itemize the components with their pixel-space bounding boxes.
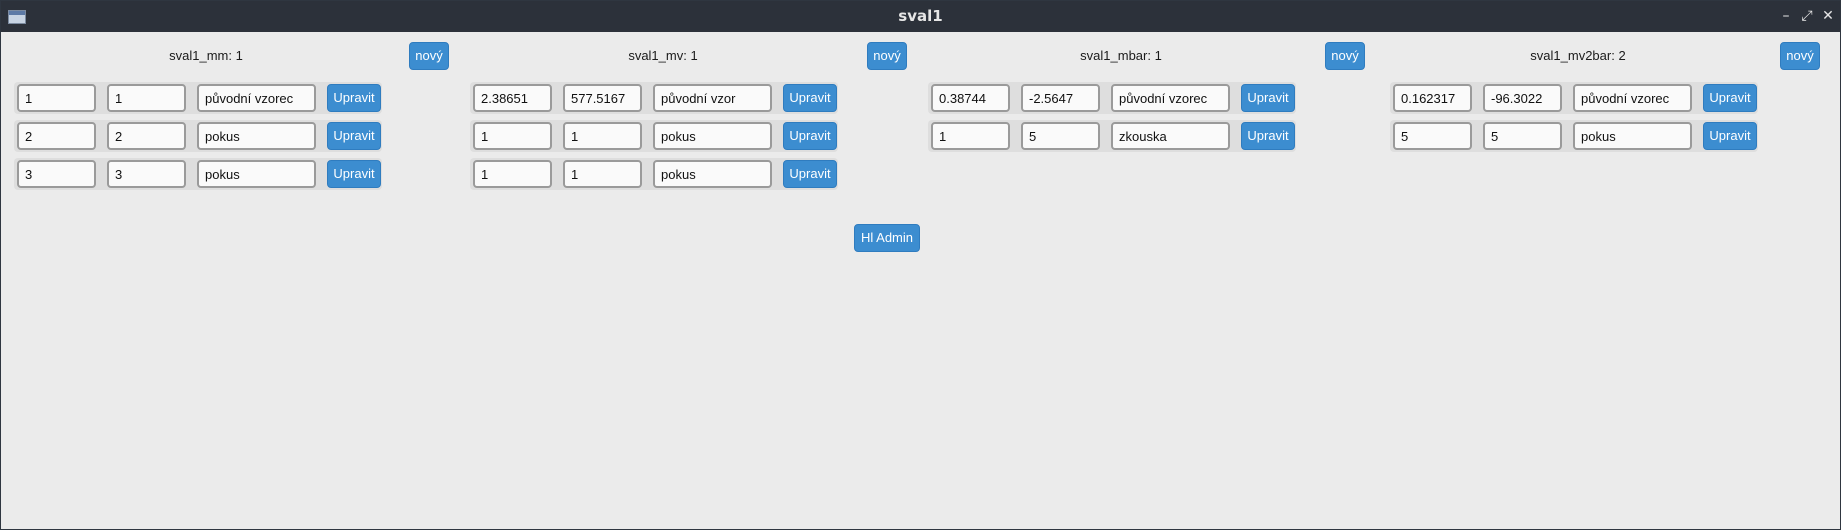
table-row: 0.38744 -2.5647 původní vzorec Upravit bbox=[928, 82, 1296, 114]
value-a-field[interactable]: 1 bbox=[473, 160, 552, 188]
name-field[interactable]: původní vzor bbox=[653, 84, 772, 112]
column-sval1-mm: sval1_mm: 1 nový 1 1 původní vzorec Upra… bbox=[14, 32, 476, 232]
new-button[interactable]: nový bbox=[409, 42, 449, 70]
table-row: 3 3 pokus Upravit bbox=[14, 158, 382, 190]
name-field[interactable]: pokus bbox=[1573, 122, 1692, 150]
name-field[interactable]: zkouska bbox=[1111, 122, 1230, 150]
name-field[interactable]: původní vzorec bbox=[1111, 84, 1230, 112]
edit-button[interactable]: Upravit bbox=[1241, 122, 1295, 150]
edit-button[interactable]: Upravit bbox=[327, 160, 381, 188]
table-row: 1 1 původní vzorec Upravit bbox=[14, 82, 382, 114]
table-row: 1 1 pokus Upravit bbox=[470, 120, 838, 152]
value-b-field[interactable]: -96.3022 bbox=[1483, 84, 1562, 112]
column-sval1-mv: sval1_mv: 1 nový 2.38651 577.5167 původn… bbox=[470, 32, 933, 232]
column-header: sval1_mv: 1 bbox=[628, 48, 698, 63]
value-a-field[interactable]: 1 bbox=[17, 84, 96, 112]
value-a-field[interactable]: 3 bbox=[17, 160, 96, 188]
table-row: 1 1 pokus Upravit bbox=[470, 158, 838, 190]
value-a-field[interactable]: 2 bbox=[17, 122, 96, 150]
value-a-field[interactable]: 5 bbox=[1393, 122, 1472, 150]
table-row: 0.162317 -96.3022 původní vzorec Upravit bbox=[1390, 82, 1758, 114]
value-b-field[interactable]: 3 bbox=[107, 160, 186, 188]
table-row: 5 5 pokus Upravit bbox=[1390, 120, 1758, 152]
value-b-field[interactable]: -2.5647 bbox=[1021, 84, 1100, 112]
edit-button[interactable]: Upravit bbox=[1703, 84, 1757, 112]
value-a-field[interactable]: 1 bbox=[931, 122, 1010, 150]
titlebar[interactable]: sval1 – ⤢ ✕ bbox=[1, 1, 1840, 32]
new-button[interactable]: nový bbox=[1780, 42, 1820, 70]
table-row: 2 2 pokus Upravit bbox=[14, 120, 382, 152]
name-field[interactable]: původní vzorec bbox=[197, 84, 316, 112]
edit-button[interactable]: Upravit bbox=[783, 84, 837, 112]
edit-button[interactable]: Upravit bbox=[783, 122, 837, 150]
edit-button[interactable]: Upravit bbox=[1241, 84, 1295, 112]
value-b-field[interactable]: 5 bbox=[1483, 122, 1562, 150]
name-field[interactable]: pokus bbox=[653, 122, 772, 150]
table-row: 1 5 zkouska Upravit bbox=[928, 120, 1296, 152]
edit-button[interactable]: Upravit bbox=[327, 122, 381, 150]
column-header: sval1_mv2bar: 2 bbox=[1530, 48, 1626, 63]
value-b-field[interactable]: 5 bbox=[1021, 122, 1100, 150]
name-field[interactable]: pokus bbox=[197, 160, 316, 188]
maximize-icon[interactable]: ⤢ bbox=[1798, 7, 1816, 25]
edit-button[interactable]: Upravit bbox=[327, 84, 381, 112]
edit-button[interactable]: Upravit bbox=[783, 160, 837, 188]
value-a-field[interactable]: 1 bbox=[473, 122, 552, 150]
admin-button[interactable]: Hl Admin bbox=[854, 224, 920, 252]
new-button[interactable]: nový bbox=[867, 42, 907, 70]
value-a-field[interactable]: 0.162317 bbox=[1393, 84, 1472, 112]
value-a-field[interactable]: 2.38651 bbox=[473, 84, 552, 112]
new-button[interactable]: nový bbox=[1325, 42, 1365, 70]
name-field[interactable]: pokus bbox=[197, 122, 316, 150]
column-header: sval1_mm: 1 bbox=[169, 48, 243, 63]
value-b-field[interactable]: 1 bbox=[107, 84, 186, 112]
value-b-field[interactable]: 1 bbox=[563, 122, 642, 150]
close-icon[interactable]: ✕ bbox=[1819, 7, 1837, 25]
value-b-field[interactable]: 577.5167 bbox=[563, 84, 642, 112]
column-header: sval1_mbar: 1 bbox=[1080, 48, 1162, 63]
name-field[interactable]: původní vzorec bbox=[1573, 84, 1692, 112]
value-b-field[interactable]: 2 bbox=[107, 122, 186, 150]
minimize-icon[interactable]: – bbox=[1777, 7, 1795, 25]
app-window: sval1 – ⤢ ✕ sval1_mm: 1 nový 1 1 původní… bbox=[0, 0, 1841, 530]
column-sval1-mv2bar: sval1_mv2bar: 2 nový 0.162317 -96.3022 p… bbox=[1388, 32, 1841, 232]
edit-button[interactable]: Upravit bbox=[1703, 122, 1757, 150]
column-sval1-mbar: sval1_mbar: 1 nový 0.38744 -2.5647 původ… bbox=[928, 32, 1391, 232]
value-a-field[interactable]: 0.38744 bbox=[931, 84, 1010, 112]
name-field[interactable]: pokus bbox=[653, 160, 772, 188]
table-row: 2.38651 577.5167 původní vzor Upravit bbox=[470, 82, 838, 114]
window-title: sval1 bbox=[898, 7, 943, 25]
value-b-field[interactable]: 1 bbox=[563, 160, 642, 188]
